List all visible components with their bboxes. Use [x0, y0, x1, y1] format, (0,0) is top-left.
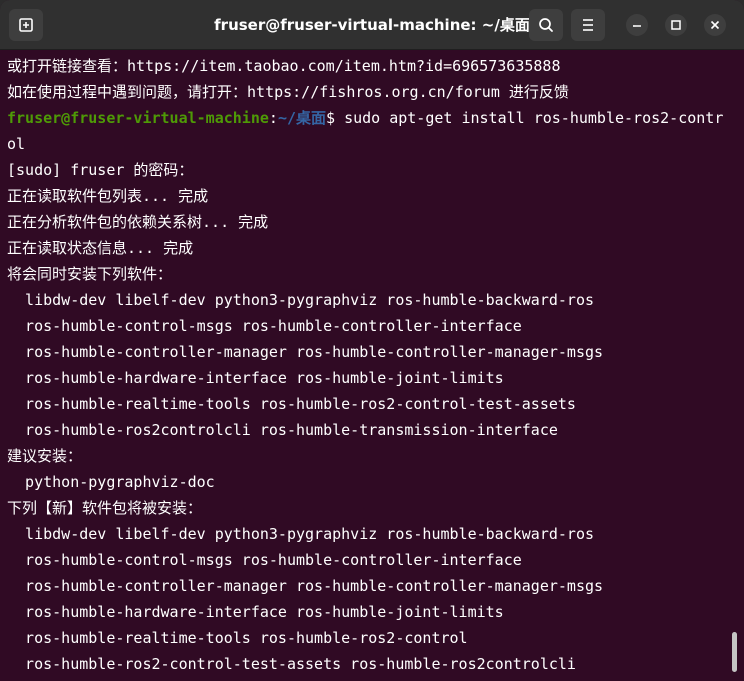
terminal-line: 正在分析软件包的依赖关系树... 完成 — [7, 213, 269, 231]
command-text: sudo apt-get install ros-humble-ros2-con… — [344, 109, 724, 127]
scrollbar-thumb[interactable] — [732, 632, 737, 672]
terminal-line: ros-humble-realtime-tools ros-humble-ros… — [7, 629, 468, 647]
terminal-line: 或打开链接查看：https://item.taobao.com/item.htm… — [7, 57, 561, 75]
terminal-line: [sudo] fruser 的密码： — [7, 161, 194, 179]
terminal-line: ros-humble-ros2-control-test-assets ros-… — [7, 655, 576, 673]
new-tab-icon — [19, 18, 33, 32]
terminal-line: ros-humble-controller-manager ros-humble… — [7, 343, 604, 361]
maximize-button[interactable] — [665, 14, 687, 36]
title-bar[interactable]: fruser@fruser-virtual-machine: ~/桌面 — [0, 0, 744, 50]
terminal-line: ros-humble-controller-manager ros-humble… — [7, 577, 604, 595]
terminal-line: ol — [7, 135, 26, 153]
terminal-line: ros-humble-hardware-interface ros-humble… — [7, 603, 504, 621]
new-tab-button[interactable] — [9, 9, 43, 41]
terminal-line: ros-humble-ros2controlcli ros-humble-tra… — [7, 421, 558, 439]
close-button[interactable] — [704, 14, 726, 36]
terminal-output[interactable]: 或打开链接查看：https://item.taobao.com/item.htm… — [0, 51, 744, 681]
terminal-line: 将会同时安装下列软件： — [7, 265, 173, 283]
close-icon — [710, 20, 720, 30]
terminal-line: 正在读取软件包列表... 完成 — [7, 187, 209, 205]
terminal-line: 正在读取状态信息... 完成 — [7, 239, 194, 257]
terminal-line: libdw-dev libelf-dev python3-pygraphviz … — [7, 525, 594, 543]
terminal-line: python-pygraphviz-doc — [7, 473, 215, 491]
terminal-line: ros-humble-realtime-tools ros-humble-ros… — [7, 395, 576, 413]
prompt-path: ~/桌面 — [277, 109, 326, 127]
hamburger-menu-icon — [583, 19, 593, 31]
menu-button[interactable] — [571, 9, 605, 41]
terminal-line: 建议安装： — [7, 447, 83, 465]
prompt-separator: : — [268, 109, 278, 127]
minimize-button[interactable] — [626, 14, 648, 36]
terminal-line: ros-humble-control-msgs ros-humble-contr… — [7, 317, 522, 335]
terminal-window: fruser@fruser-virtual-machine: ~/桌面 或打开链… — [0, 0, 744, 681]
prompt-symbol: $ — [326, 109, 345, 127]
minimize-icon — [633, 25, 641, 27]
terminal-line: libdw-dev libelf-dev python3-pygraphviz … — [7, 291, 594, 309]
terminal-line: ros-humble-control-msgs ros-humble-contr… — [7, 551, 522, 569]
terminal-line: ros-humble-hardware-interface ros-humble… — [7, 369, 504, 387]
terminal-line: 如在使用过程中遇到问题，请打开：https://fishros.org.cn/f… — [7, 83, 569, 101]
terminal-line: 下列【新】软件包将被安装： — [7, 499, 203, 517]
maximize-icon — [671, 20, 681, 30]
prompt-user: fruser@fruser-virtual-machine — [7, 109, 269, 127]
prompt-line: fruser@fruser-virtual-machine:~/桌面$ sudo… — [7, 103, 744, 129]
search-button[interactable] — [529, 9, 563, 41]
search-icon — [539, 18, 553, 32]
